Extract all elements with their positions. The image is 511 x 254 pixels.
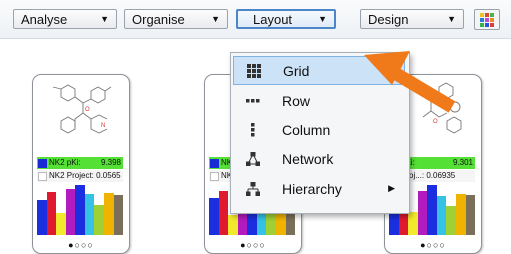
project-label: Proj...: 0.06935 — [401, 171, 456, 180]
project-label: NK2 Project: 0.0565 — [49, 171, 121, 180]
pagination-dots[interactable]: ●○○○ — [385, 240, 481, 250]
grid-icon — [243, 63, 265, 78]
bar — [113, 195, 124, 235]
design-label: Design — [368, 11, 409, 27]
analyse-label: Analyse — [21, 11, 68, 27]
bar — [103, 193, 114, 235]
series-swatch — [210, 158, 219, 168]
bar — [37, 200, 47, 235]
svg-text:O: O — [433, 119, 438, 125]
palette-swatch — [480, 17, 484, 22]
organise-dropdown-button[interactable]: Organise ▼ — [124, 9, 228, 29]
palette-icon — [480, 12, 494, 27]
bar — [218, 191, 229, 235]
palette-swatch — [490, 17, 494, 22]
palette-swatch — [485, 17, 489, 22]
series-swatch — [38, 171, 47, 181]
bar — [455, 194, 466, 235]
chevron-down-icon: ▼ — [211, 14, 220, 24]
bar — [465, 195, 476, 235]
chevron-down-icon: ▼ — [318, 14, 327, 24]
bar — [417, 191, 428, 235]
chevron-down-icon: ▼ — [447, 14, 456, 24]
toolbar: Analyse ▼ Organise ▼ Layout ▼ Design ▼ — [0, 0, 511, 39]
bar — [228, 215, 238, 235]
design-dropdown-button[interactable]: Design ▼ — [360, 9, 464, 29]
chevron-down-icon: ▼ — [100, 14, 109, 24]
organise-label: Organise — [132, 11, 185, 27]
bar — [209, 198, 219, 235]
pointer-arrow-icon — [364, 51, 456, 113]
molecule-structure-image: ON — [52, 84, 112, 134]
menu-item-label: Column — [282, 121, 331, 138]
bar — [75, 185, 85, 235]
series-swatch — [38, 158, 47, 168]
menu-item-label: Network — [282, 150, 334, 167]
palette-swatch — [480, 12, 484, 17]
menu-item-hierarchy[interactable]: Hierarchy ▶ — [233, 174, 405, 203]
svg-text:O: O — [85, 107, 90, 113]
menu-item-label: Row — [282, 92, 311, 109]
analyse-dropdown-button[interactable]: Analyse ▼ — [13, 9, 117, 29]
hierarchy-icon — [242, 181, 264, 196]
palette-swatch — [490, 22, 494, 27]
svg-text:N: N — [101, 123, 105, 129]
submenu-arrow-icon: ▶ — [388, 183, 395, 193]
menu-item-network[interactable]: Network — [233, 144, 405, 173]
menu-item-label: Hierarchy — [282, 180, 342, 197]
pki-value: 9.301 — [452, 158, 473, 167]
menu-item-label: Grid — [283, 62, 310, 79]
bar — [56, 213, 66, 235]
bar-chart — [37, 185, 124, 235]
palette-swatch — [485, 22, 489, 27]
menu-item-column[interactable]: Column — [233, 115, 405, 144]
molecule-card[interactable]: ON NK2 pKi: 9.398 NK2 Project: 0.0565 ●○… — [32, 74, 130, 254]
palette-swatch — [485, 12, 489, 17]
column-icon — [242, 122, 264, 137]
bar — [94, 205, 104, 235]
bar — [46, 192, 57, 235]
bar — [84, 194, 95, 235]
pki-value: 9.398 — [100, 158, 121, 167]
layout-label: Layout — [253, 11, 293, 27]
bar — [427, 185, 437, 235]
color-palette-button[interactable] — [474, 9, 500, 30]
pagination-dots[interactable]: ●○○○ — [205, 240, 301, 250]
project-row: NK2 Project: 0.0565 — [37, 170, 123, 182]
series-swatch — [210, 171, 219, 181]
bar — [446, 206, 456, 235]
palette-swatch — [480, 22, 484, 27]
palette-swatch — [490, 12, 494, 17]
network-icon — [242, 151, 264, 166]
row-icon — [242, 98, 264, 104]
bar — [65, 189, 76, 235]
pagination-dots[interactable]: ●○○○ — [33, 240, 129, 250]
pki-row: NK2 pKi: 9.398 — [37, 157, 123, 169]
pki-label: NK2 pKi: — [49, 158, 81, 167]
bar — [436, 196, 447, 235]
bar — [408, 212, 418, 235]
layout-dropdown-button[interactable]: Layout ▼ — [236, 9, 336, 29]
